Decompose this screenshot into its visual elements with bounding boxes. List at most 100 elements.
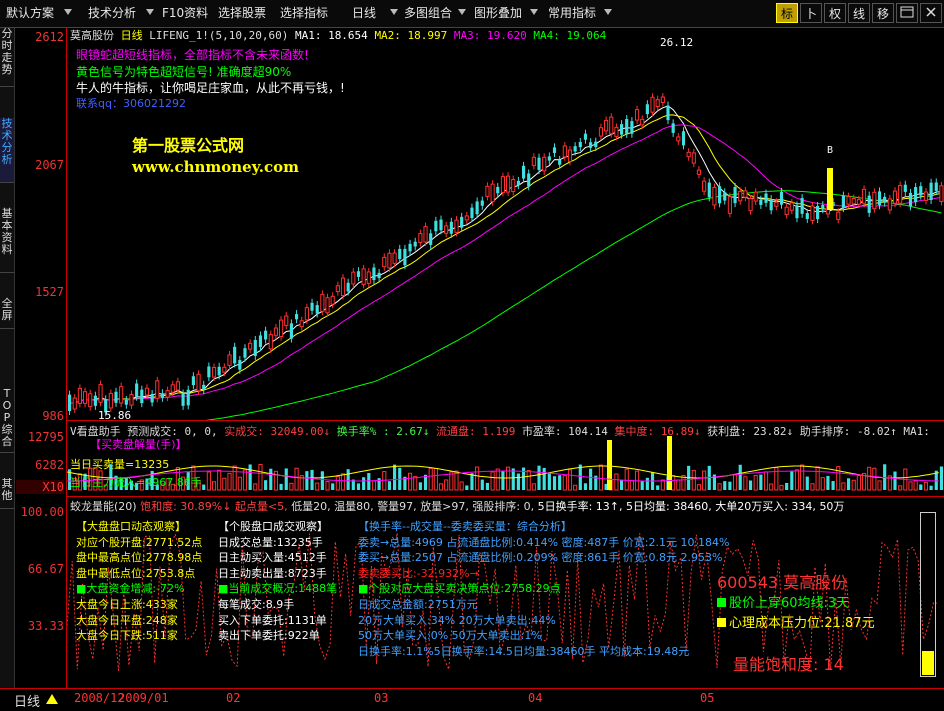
candle-body: [233, 346, 237, 364]
menu-multi-chart[interactable]: 多图组合: [400, 3, 456, 23]
candle-body: [630, 121, 634, 134]
volume-bar: [331, 483, 335, 490]
tab-fullscreen[interactable]: 全屏: [0, 298, 14, 329]
panel-icon[interactable]: [896, 3, 918, 23]
candle-body: [108, 392, 113, 409]
candle-body: [175, 381, 180, 391]
candle-body: [867, 195, 871, 213]
volume-bar: [769, 483, 774, 491]
candle-body: [413, 241, 417, 247]
tab-basic-info[interactable]: 基本资料: [0, 208, 14, 273]
menu-default-scheme[interactable]: 默认方案: [2, 3, 58, 23]
triangle-up-icon[interactable]: [46, 694, 58, 704]
candle-body: [299, 320, 304, 328]
volume-bar: [284, 468, 288, 490]
line-button[interactable]: 线: [848, 3, 870, 23]
stock-stat-line: 日主动买入量:4512手: [218, 551, 327, 565]
volume-bar: [785, 482, 789, 490]
tab-tech-analysis[interactable]: 技术分析: [0, 118, 14, 183]
volume-bar: [702, 470, 707, 491]
candle-body: [294, 314, 299, 320]
candle-body: [429, 233, 433, 245]
candle-body: [150, 394, 154, 403]
volume-bar: [660, 479, 665, 491]
period-selector[interactable]: 日线: [14, 691, 40, 710]
turnover-stat-line: 委卖→总量:4969 占流通盘比例:0.414% 密度:487手 价宽:2.1元…: [358, 535, 730, 549]
candle-body: [516, 180, 520, 186]
volume-bar: [562, 475, 567, 491]
rights-button[interactable]: 权: [824, 3, 846, 23]
candle-body: [114, 391, 118, 403]
candle-body: [129, 394, 134, 406]
candle-body: [475, 201, 479, 215]
candle-body: [929, 182, 933, 201]
price-label: 2612: [35, 30, 64, 44]
menu-select-stock[interactable]: 选择股票: [214, 3, 270, 23]
candle-body: [691, 152, 696, 164]
candle-body: [377, 272, 381, 279]
menu-daily[interactable]: 日线: [348, 3, 380, 23]
volume-signal-bar: [667, 436, 672, 490]
close-icon[interactable]: [920, 3, 942, 23]
tab-timeshare[interactable]: 分时走势: [0, 28, 14, 87]
candle-body: [434, 220, 438, 232]
menu-tech-analysis[interactable]: 技术分析: [84, 3, 140, 23]
volume-bar: [856, 474, 861, 491]
candle-body: [567, 149, 573, 162]
volume-bar: [841, 482, 846, 491]
volume-bar: [258, 464, 263, 491]
volume-bar: [656, 485, 660, 490]
volume-bar: [619, 479, 624, 490]
divide-button[interactable]: 卜: [800, 3, 822, 23]
menu-overlay[interactable]: 图形叠加: [470, 3, 526, 23]
candle-body: [660, 96, 665, 103]
menu-f10[interactable]: F10资料: [158, 3, 212, 23]
volume-bar: [444, 479, 449, 491]
indicator-name: LIFENG_1!(5,10,20,60): [149, 29, 289, 42]
volume-bar: [470, 473, 474, 490]
candle-body: [655, 99, 660, 107]
candle-body: [238, 360, 242, 370]
chevron-down-icon[interactable]: [530, 9, 538, 15]
chevron-down-icon[interactable]: [64, 9, 72, 15]
volume-bar: [583, 483, 588, 490]
volume-bar: [459, 481, 464, 491]
volume-bar: [723, 481, 727, 490]
volume-bar: [573, 484, 578, 491]
mark-button[interactable]: 标: [776, 3, 798, 23]
chevron-down-icon[interactable]: [604, 9, 612, 15]
menu-common-indicators[interactable]: 常用指标: [544, 3, 600, 23]
volume-label: 12795: [27, 430, 64, 444]
volume-bar: [759, 474, 763, 490]
menu-select-indicator[interactable]: 选择指标: [276, 3, 332, 23]
candle-body: [939, 185, 944, 202]
chevron-down-icon[interactable]: [390, 9, 398, 15]
volume-bar: [222, 477, 227, 491]
tab-other[interactable]: 其他: [0, 478, 14, 509]
candle-body: [387, 252, 392, 269]
candle-body: [702, 180, 707, 192]
move-button[interactable]: 移: [872, 3, 894, 23]
candle-body: [547, 156, 551, 161]
candle-body: [444, 225, 449, 234]
dragon-label: 33.33: [27, 619, 64, 633]
candle-body: [640, 118, 645, 126]
candle-body: [753, 191, 758, 202]
chevron-down-icon[interactable]: [458, 9, 466, 15]
market-stat-line: 大盘今日下跌:511家: [76, 629, 178, 643]
high-marker: 26.12: [660, 36, 694, 49]
tab-top-combined[interactable]: TOP综合: [0, 388, 14, 453]
candle-body: [625, 118, 629, 134]
candle-body: [573, 146, 577, 152]
candle-body: [542, 156, 547, 172]
candle-body: [898, 185, 903, 204]
chevron-down-icon[interactable]: [146, 9, 154, 15]
turnover-stat-line: ■个股对应大盘买卖决策点位:2758.29点: [358, 582, 561, 596]
candle-body: [923, 191, 929, 201]
volume-bar: [305, 471, 309, 490]
volume-bar: [362, 477, 366, 490]
candle-body: [186, 389, 190, 406]
candle-body: [821, 205, 825, 210]
candle-body: [619, 124, 624, 135]
candle-body: [372, 267, 376, 281]
